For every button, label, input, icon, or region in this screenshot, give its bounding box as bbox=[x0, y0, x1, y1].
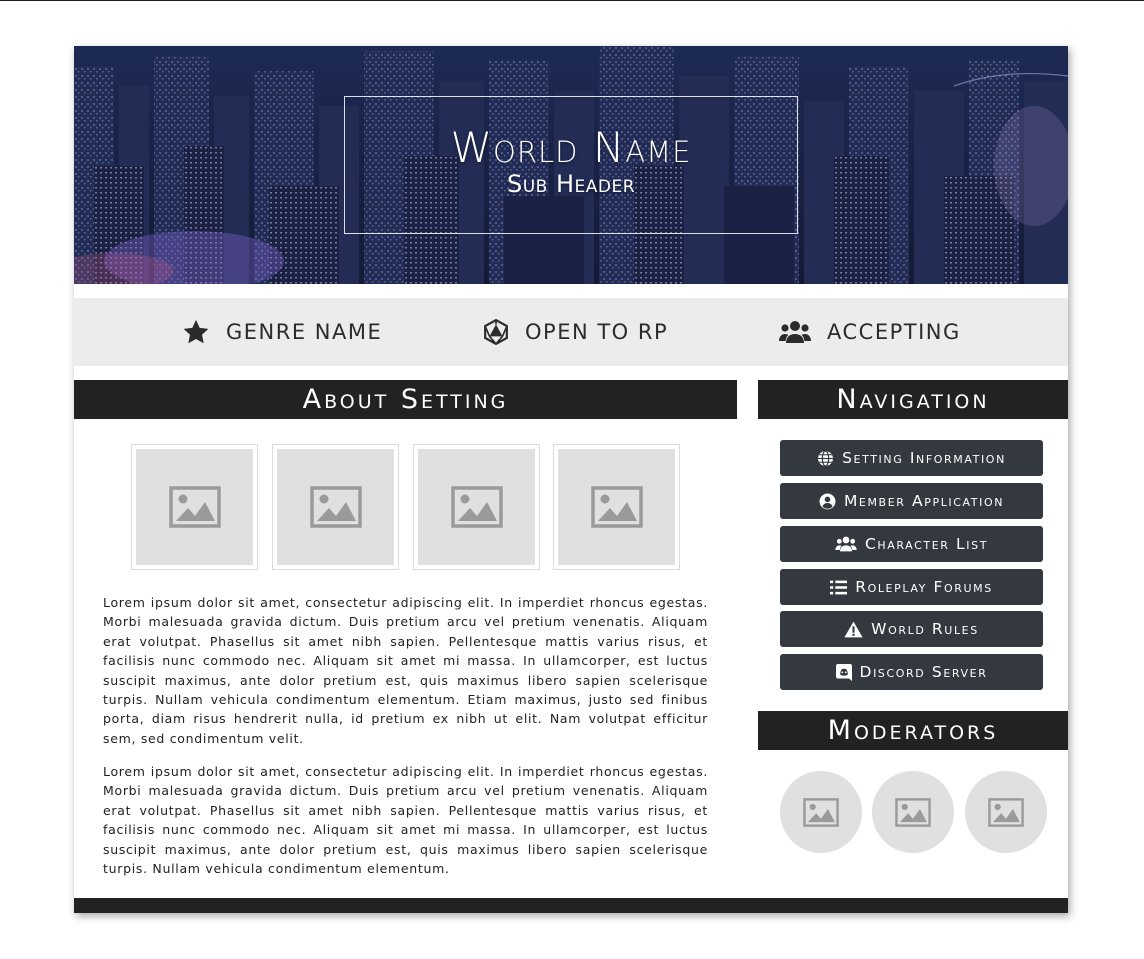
member-application-button[interactable]: Member Application bbox=[780, 483, 1043, 519]
footer-bar bbox=[74, 898, 1068, 913]
discord-server-label: Discord Server bbox=[859, 663, 988, 681]
image-placeholder-icon bbox=[309, 486, 362, 528]
status-genre-label: GENRE NAME bbox=[226, 320, 383, 344]
about-paragraph-2: Lorem ipsum dolor sit amet, consectetur … bbox=[103, 764, 708, 877]
star-icon bbox=[183, 319, 209, 344]
moderator-avatar-3[interactable] bbox=[965, 771, 1047, 853]
list-icon bbox=[830, 580, 848, 594]
character-list-button[interactable]: Character List bbox=[780, 526, 1043, 562]
character-list-label: Character List bbox=[864, 535, 989, 553]
globe-icon bbox=[818, 449, 834, 467]
discord-icon bbox=[835, 663, 852, 681]
status-open-rp: OPEN TO RP bbox=[483, 298, 668, 366]
image-placeholder-icon bbox=[450, 486, 503, 528]
roleplay-forums-label: Roleplay Forums bbox=[855, 578, 993, 596]
image-placeholder-icon bbox=[590, 486, 643, 528]
moderator-avatar-2[interactable] bbox=[872, 771, 954, 853]
moderators-header: Moderators bbox=[758, 711, 1068, 750]
warning-icon bbox=[844, 621, 863, 637]
user-circle-icon bbox=[819, 493, 836, 509]
moderator-avatar-1[interactable] bbox=[780, 771, 862, 853]
status-genre: GENRE NAME bbox=[182, 298, 382, 366]
world-card: World Name Sub Header GENRE NAME OPEN TO… bbox=[74, 46, 1068, 913]
status-accepting: ACCEPTING bbox=[779, 298, 961, 366]
navigation-header: Navigation bbox=[758, 380, 1068, 419]
top-rule bbox=[0, 0, 1144, 1]
about-setting-header: About Setting bbox=[74, 380, 737, 419]
users-icon bbox=[835, 536, 857, 552]
image-placeholder-icon bbox=[803, 797, 839, 827]
image-placeholder-icon bbox=[895, 797, 931, 827]
setting-information-label: Setting Information bbox=[842, 449, 1006, 467]
status-bar: GENRE NAME OPEN TO RP ACCEPTING bbox=[74, 298, 1068, 366]
about-paragraph-1: Lorem ipsum dolor sit amet, consectetur … bbox=[103, 595, 708, 746]
gallery-image-1[interactable] bbox=[131, 444, 258, 570]
world-rules-label: World Rules bbox=[871, 620, 979, 638]
users-icon bbox=[779, 321, 811, 343]
setting-information-button[interactable]: Setting Information bbox=[780, 440, 1043, 476]
image-placeholder-icon bbox=[988, 797, 1024, 827]
d20-icon bbox=[484, 319, 508, 345]
sub-header: Sub Header bbox=[506, 170, 636, 198]
gallery-image-4[interactable] bbox=[553, 444, 680, 570]
status-open-rp-label: OPEN TO RP bbox=[525, 320, 669, 344]
title-box: World Name Sub Header bbox=[344, 96, 798, 234]
gallery-image-2[interactable] bbox=[272, 444, 399, 570]
banner: World Name Sub Header bbox=[74, 46, 1068, 284]
status-accepting-label: ACCEPTING bbox=[827, 320, 961, 344]
image-placeholder-icon bbox=[168, 486, 221, 528]
world-rules-button[interactable]: World Rules bbox=[780, 611, 1043, 647]
member-application-label: Member Application bbox=[843, 492, 1005, 510]
roleplay-forums-button[interactable]: Roleplay Forums bbox=[780, 569, 1043, 605]
discord-server-button[interactable]: Discord Server bbox=[780, 654, 1043, 690]
gallery-image-3[interactable] bbox=[413, 444, 540, 570]
world-name: World Name bbox=[450, 123, 692, 172]
